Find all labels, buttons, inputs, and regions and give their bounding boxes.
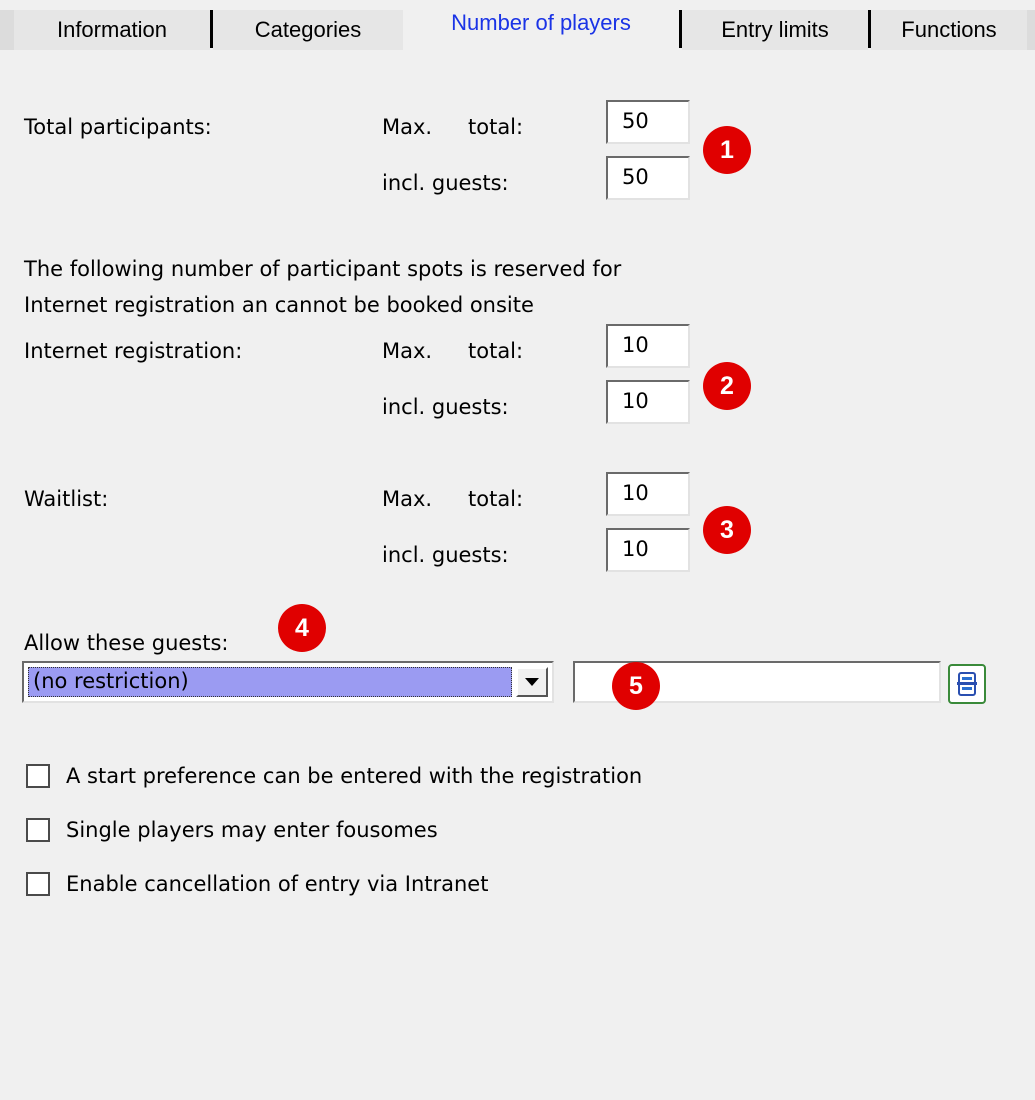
callout-badge-2: 2 bbox=[703, 362, 751, 410]
reserved-note-line-1: The following number of participant spot… bbox=[24, 257, 622, 281]
start-preference-label: A start preference can be entered with t… bbox=[66, 764, 643, 788]
waitlist-total-label: total: bbox=[468, 487, 524, 511]
tab-strip-left-edge bbox=[0, 10, 14, 50]
total-participants-guests-input[interactable]: 50 bbox=[606, 156, 690, 200]
internet-registration-max-total-input[interactable]: 10 bbox=[606, 324, 690, 368]
start-preference-checkbox[interactable] bbox=[26, 764, 50, 788]
internet-registration-label: Internet registration: bbox=[24, 339, 243, 363]
guests-select-value: (no restriction) bbox=[28, 667, 512, 697]
list-lookup-icon bbox=[957, 672, 977, 696]
callout-badge-3: 3 bbox=[703, 506, 751, 554]
tab-strip: Information Categories Number of players… bbox=[0, 0, 1035, 50]
callout-badge-5: 5 bbox=[612, 662, 660, 710]
single-players-foursomes-checkbox[interactable] bbox=[26, 818, 50, 842]
tab-functions[interactable]: Functions bbox=[871, 10, 1027, 50]
internet-registration-guests-input[interactable]: 10 bbox=[606, 380, 690, 424]
enable-cancellation-checkbox[interactable] bbox=[26, 872, 50, 896]
internet-registration-max-label: Max. bbox=[382, 339, 433, 363]
waitlist-guests-input[interactable]: 10 bbox=[606, 528, 690, 572]
waitlist-label: Waitlist: bbox=[24, 487, 109, 511]
waitlist-max-label: Max. bbox=[382, 487, 433, 511]
waitlist-guests-label: incl. guests: bbox=[382, 543, 509, 567]
allow-guests-label: Allow these guests: bbox=[24, 631, 229, 655]
total-participants-total-label: total: bbox=[468, 115, 524, 139]
callout-badge-4: 4 bbox=[278, 604, 326, 652]
tab-categories[interactable]: Categories bbox=[213, 10, 403, 50]
chevron-down-icon bbox=[525, 677, 539, 686]
guests-select[interactable]: (no restriction) bbox=[22, 661, 554, 703]
total-participants-guests-label: incl. guests: bbox=[382, 171, 509, 195]
waitlist-max-total-input[interactable]: 10 bbox=[606, 472, 690, 516]
internet-registration-total-label: total: bbox=[468, 339, 524, 363]
dropdown-button[interactable] bbox=[516, 667, 548, 697]
reserved-note-line-2: Internet registration an cannot be booke… bbox=[24, 293, 534, 317]
internet-registration-guests-label: incl. guests: bbox=[382, 395, 509, 419]
total-participants-label: Total participants: bbox=[24, 115, 212, 139]
total-participants-max-label: Max. bbox=[382, 115, 433, 139]
tab-entry-limits[interactable]: Entry limits bbox=[682, 10, 868, 50]
tab-number-of-players[interactable]: Number of players bbox=[403, 4, 679, 50]
tab-strip-right-edge bbox=[1027, 10, 1035, 50]
total-participants-max-total-input[interactable]: 50 bbox=[606, 100, 690, 144]
callout-badge-1: 1 bbox=[703, 126, 751, 174]
tab-information[interactable]: Information bbox=[14, 10, 210, 50]
enable-cancellation-label: Enable cancellation of entry via Intrane… bbox=[66, 872, 489, 896]
lookup-button[interactable] bbox=[948, 664, 986, 704]
single-players-foursomes-label: Single players may enter fousomes bbox=[66, 818, 438, 842]
